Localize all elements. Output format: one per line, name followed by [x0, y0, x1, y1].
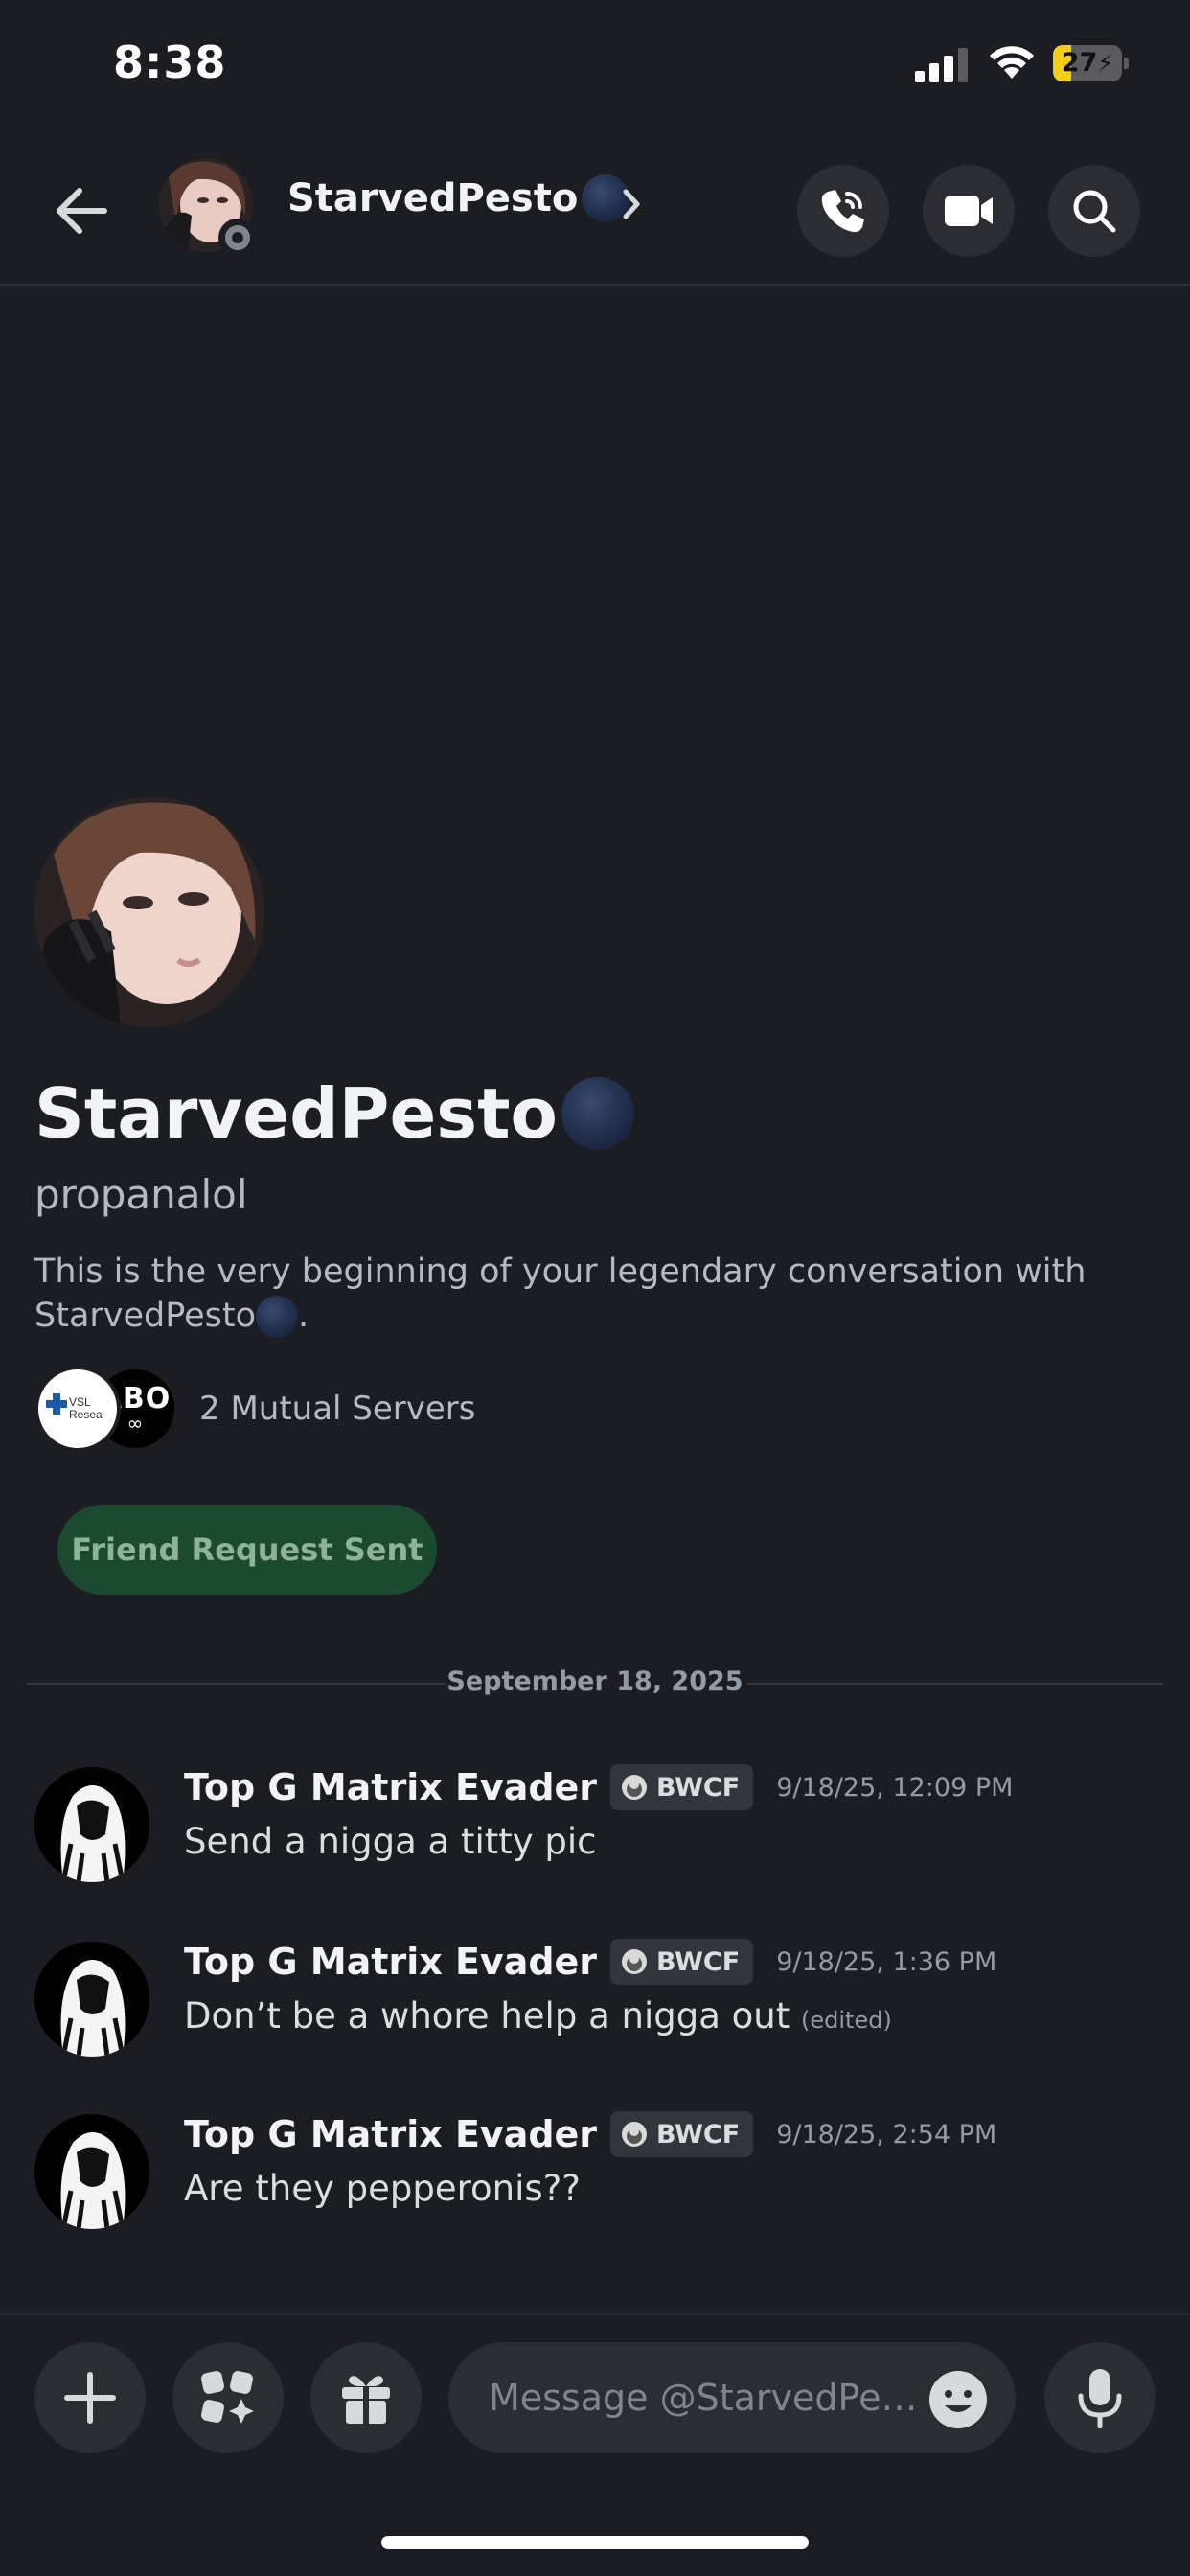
message-content: Send a nigga a titty pic: [184, 1821, 597, 1862]
author-avatar[interactable]: [34, 1767, 149, 1882]
chevron-right-icon[interactable]: [618, 180, 647, 228]
message-item[interactable]: Top G Matrix Evader BWCF 9/18/25, 2:54 P…: [34, 2110, 1165, 2235]
message-author[interactable]: Top G Matrix Evader: [184, 2113, 597, 2155]
author-avatar[interactable]: [34, 2114, 149, 2229]
voice-call-button[interactable]: [797, 165, 889, 257]
message-author[interactable]: Top G Matrix Evader: [184, 1766, 597, 1808]
plus-icon: [64, 2372, 116, 2424]
voice-call-icon: [821, 190, 864, 233]
status-time: 8:38: [113, 36, 227, 88]
apps-icon: [201, 2371, 254, 2424]
message-timestamp: 9/18/25, 1:36 PM: [776, 1946, 997, 1977]
voice-message-button[interactable]: [1044, 2342, 1156, 2453]
edited-label: (edited): [801, 2007, 892, 2034]
message-item[interactable]: Top G Matrix Evader BWCF 9/18/25, 12:09 …: [34, 1763, 1165, 1888]
intro-suffix: .: [298, 1297, 309, 1335]
attach-button[interactable]: [34, 2342, 146, 2453]
home-indicator[interactable]: [381, 2536, 809, 2549]
date-divider: September 18, 2025: [27, 1667, 1163, 1696]
mutual-servers-label: 2 Mutual Servers: [199, 1390, 476, 1428]
video-call-button[interactable]: [923, 165, 1015, 257]
server-1-label: VSL Resea: [69, 1395, 103, 1421]
back-arrow-icon: [57, 188, 107, 234]
wifi-icon: [990, 46, 1034, 79]
server-tag-label: BWCF: [656, 1772, 741, 1803]
search-button[interactable]: [1048, 165, 1140, 257]
mutual-servers-row[interactable]: VSL Resea ABO ∞ 2 Mutual Servers: [34, 1365, 476, 1453]
server-tag-label: BWCF: [656, 1946, 741, 1977]
chat-header: StarvedPesto: [0, 144, 1190, 286]
intro-text: This is the very beginning of your legen…: [34, 1253, 1087, 1335]
gift-button[interactable]: [310, 2342, 422, 2453]
date-divider-label: September 18, 2025: [446, 1667, 744, 1696]
header-username[interactable]: StarvedPesto: [287, 174, 630, 222]
server-tag-icon: [622, 2122, 648, 2147]
moon-emoji-icon: [561, 1077, 635, 1150]
status-bar: 8:38 27⚡: [0, 0, 1190, 134]
apps-button[interactable]: [172, 2342, 284, 2453]
message-timestamp: 9/18/25, 2:54 PM: [776, 2119, 997, 2150]
profile-display-name: StarvedPesto: [34, 1073, 635, 1154]
message-content: Don’t be a whore help a nigga out: [184, 1995, 790, 2036]
message-text: Send a nigga a titty pic: [184, 1821, 597, 1862]
message-item[interactable]: Top G Matrix Evader BWCF 9/18/25, 1:36 P…: [34, 1938, 1165, 2062]
server-2-sub: ∞: [126, 1412, 144, 1435]
friend-request-sent-button[interactable]: Friend Request Sent: [57, 1505, 437, 1595]
message-timestamp: 9/18/25, 12:09 PM: [776, 1772, 1014, 1803]
profile-avatar[interactable]: [34, 797, 264, 1027]
message-input-container[interactable]: [448, 2342, 1016, 2453]
video-call-icon: [945, 196, 993, 226]
server-tag-badge[interactable]: BWCF: [610, 1764, 754, 1810]
moon-emoji-icon: [256, 1296, 299, 1338]
battery-level: 27: [1061, 48, 1098, 78]
battery-indicator: 27⚡: [1053, 45, 1129, 81]
server-tag-badge[interactable]: BWCF: [610, 2111, 754, 2157]
conversation-intro: This is the very beginning of your legen…: [34, 1250, 1136, 1338]
profile-name-text: StarvedPesto: [34, 1073, 559, 1154]
message-content: Are they pepperonis??: [184, 2168, 581, 2209]
message-text: Are they pepperonis??: [184, 2168, 581, 2209]
server-tag-badge[interactable]: BWCF: [610, 1939, 754, 1985]
offline-status-icon: [218, 218, 257, 257]
message-author[interactable]: Top G Matrix Evader: [184, 1941, 597, 1983]
server-tag-icon: [622, 1949, 648, 1974]
author-avatar[interactable]: [34, 1942, 149, 2057]
message-text: Don’t be a whore help a nigga out (edite…: [184, 1995, 892, 2036]
header-name-text: StarvedPesto: [287, 176, 579, 220]
server-tag-icon: [622, 1775, 648, 1800]
gift-icon: [342, 2376, 390, 2424]
cellular-signal-icon: [915, 48, 968, 82]
charging-bolt-icon: ⚡: [1097, 50, 1114, 77]
profile-username: propanalol: [34, 1171, 248, 1218]
emoji-icon[interactable]: [927, 2369, 989, 2430]
microphone-icon: [1078, 2369, 1122, 2428]
back-button[interactable]: [48, 177, 115, 244]
message-input[interactable]: [489, 2342, 929, 2453]
search-icon: [1073, 190, 1116, 233]
server-icon-vsl: VSL Resea: [34, 1366, 121, 1452]
server-tag-label: BWCF: [656, 2119, 741, 2150]
